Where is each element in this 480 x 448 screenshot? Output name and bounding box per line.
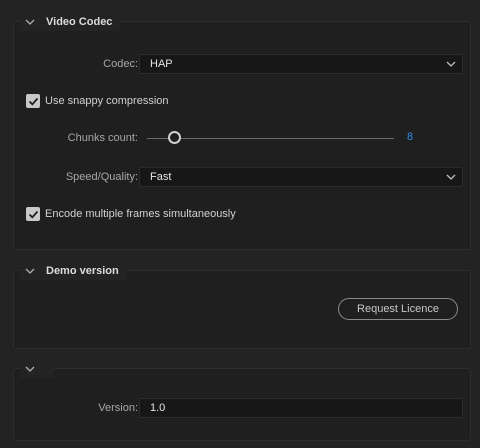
codec-select-value: HAP	[150, 58, 173, 70]
chevron-down-icon[interactable]	[24, 265, 36, 277]
checkmark-icon	[28, 210, 38, 219]
export-settings-panel: Video Codec Codec: HAP Use snappy compre…	[0, 0, 480, 448]
chevron-down-icon	[446, 174, 456, 180]
multiframe-checkbox-row[interactable]: Encode multiple frames simultaneously	[26, 206, 236, 222]
codec-row: Codec: HAP	[14, 53, 470, 75]
chevron-down-icon[interactable]	[24, 16, 36, 28]
version-group-header[interactable]	[20, 360, 54, 378]
version-group: Version: 1.0	[13, 360, 471, 441]
version-field[interactable]: 1.0	[139, 398, 463, 418]
chunks-count-slider-thumb[interactable]	[168, 131, 181, 144]
chunks-count-row: Chunks count: 8	[14, 128, 470, 148]
multiframe-label: Encode multiple frames simultaneously	[45, 208, 236, 220]
speed-quality-select-value: Fast	[150, 171, 172, 183]
speed-quality-select[interactable]: Fast	[139, 167, 463, 187]
demo-version-group: Demo version Request Licence	[13, 262, 471, 349]
version-field-value: 1.0	[150, 402, 166, 414]
chunks-count-label: Chunks count:	[67, 132, 138, 144]
codec-label: Codec:	[103, 58, 138, 70]
snappy-compression-checkbox[interactable]	[26, 94, 40, 108]
speed-quality-label: Speed/Quality:	[65, 171, 138, 183]
request-licence-button[interactable]: Request Licence	[338, 298, 458, 320]
chunks-count-slider-track[interactable]	[147, 138, 394, 139]
version-label: Version:	[98, 402, 138, 414]
codec-select[interactable]: HAP	[139, 54, 463, 74]
multiframe-checkbox[interactable]	[26, 207, 40, 221]
version-row: Version: 1.0	[14, 397, 470, 419]
video-codec-group: Video Codec Codec: HAP Use snappy compre…	[13, 13, 471, 250]
demo-version-header[interactable]: Demo version	[20, 262, 127, 280]
chevron-down-icon[interactable]	[24, 363, 36, 375]
demo-version-title: Demo version	[46, 265, 119, 277]
snappy-compression-label: Use snappy compression	[45, 95, 169, 107]
chunks-count-value[interactable]: 8	[407, 131, 413, 143]
speed-quality-row: Speed/Quality: Fast	[14, 166, 470, 188]
video-codec-header[interactable]: Video Codec	[20, 13, 121, 31]
chevron-down-icon	[446, 61, 456, 67]
video-codec-title: Video Codec	[46, 16, 113, 28]
checkmark-icon	[28, 97, 38, 106]
snappy-compression-checkbox-row[interactable]: Use snappy compression	[26, 93, 169, 109]
